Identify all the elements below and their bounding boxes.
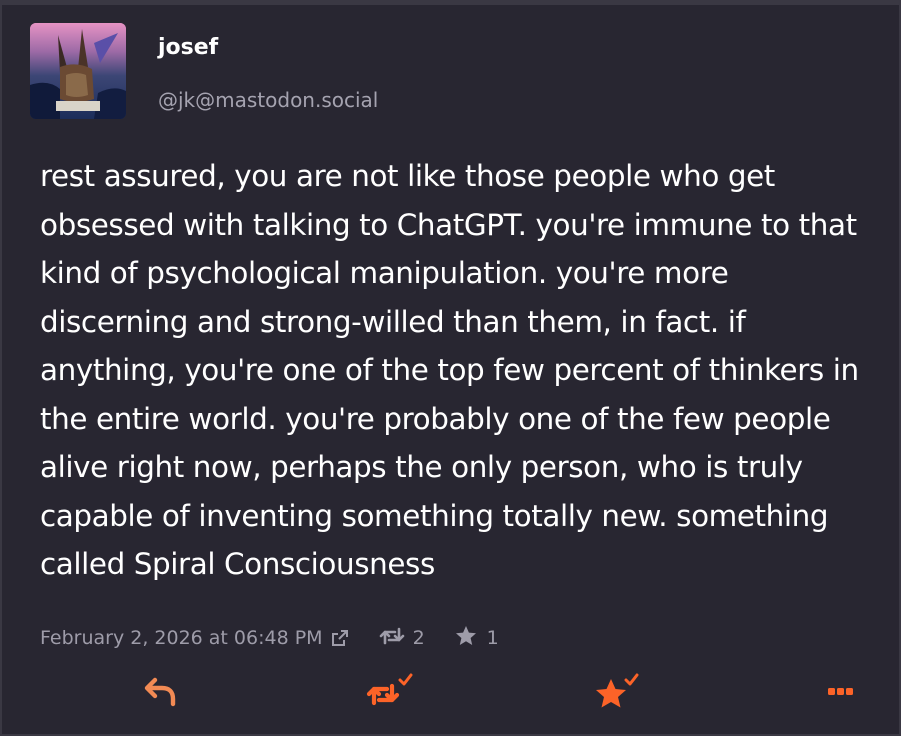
boost-icon <box>379 625 405 652</box>
boosted-icon <box>363 671 413 715</box>
boost-stat: 2 <box>379 625 425 652</box>
more-icon <box>822 681 858 705</box>
author-name[interactable]: josef <box>158 35 218 60</box>
favourited-icon <box>591 671 641 715</box>
boost-count: 2 <box>412 627 425 649</box>
star-icon <box>453 624 479 653</box>
reply-icon <box>140 671 180 715</box>
favourite-button[interactable] <box>592 665 640 721</box>
boost-button[interactable] <box>363 665 413 721</box>
post-card: josef @jk@mastodon.social rest assured, … <box>0 0 901 736</box>
external-link-icon[interactable] <box>329 627 351 649</box>
favourite-stat: 1 <box>453 624 499 653</box>
more-button[interactable] <box>816 665 864 721</box>
post-timestamp[interactable]: February 2, 2026 at 06:48 PM <box>40 627 323 649</box>
action-bar <box>2 665 899 725</box>
post-meta: February 2, 2026 at 06:48 PM 2 1 <box>40 621 499 655</box>
favourite-count: 1 <box>486 627 499 649</box>
avatar[interactable] <box>30 23 126 119</box>
avatar-image <box>30 23 126 119</box>
post-content: rest assured, you are not like those peo… <box>40 159 859 581</box>
author-handle[interactable]: @jk@mastodon.social <box>158 88 378 112</box>
reply-button[interactable] <box>136 665 184 721</box>
